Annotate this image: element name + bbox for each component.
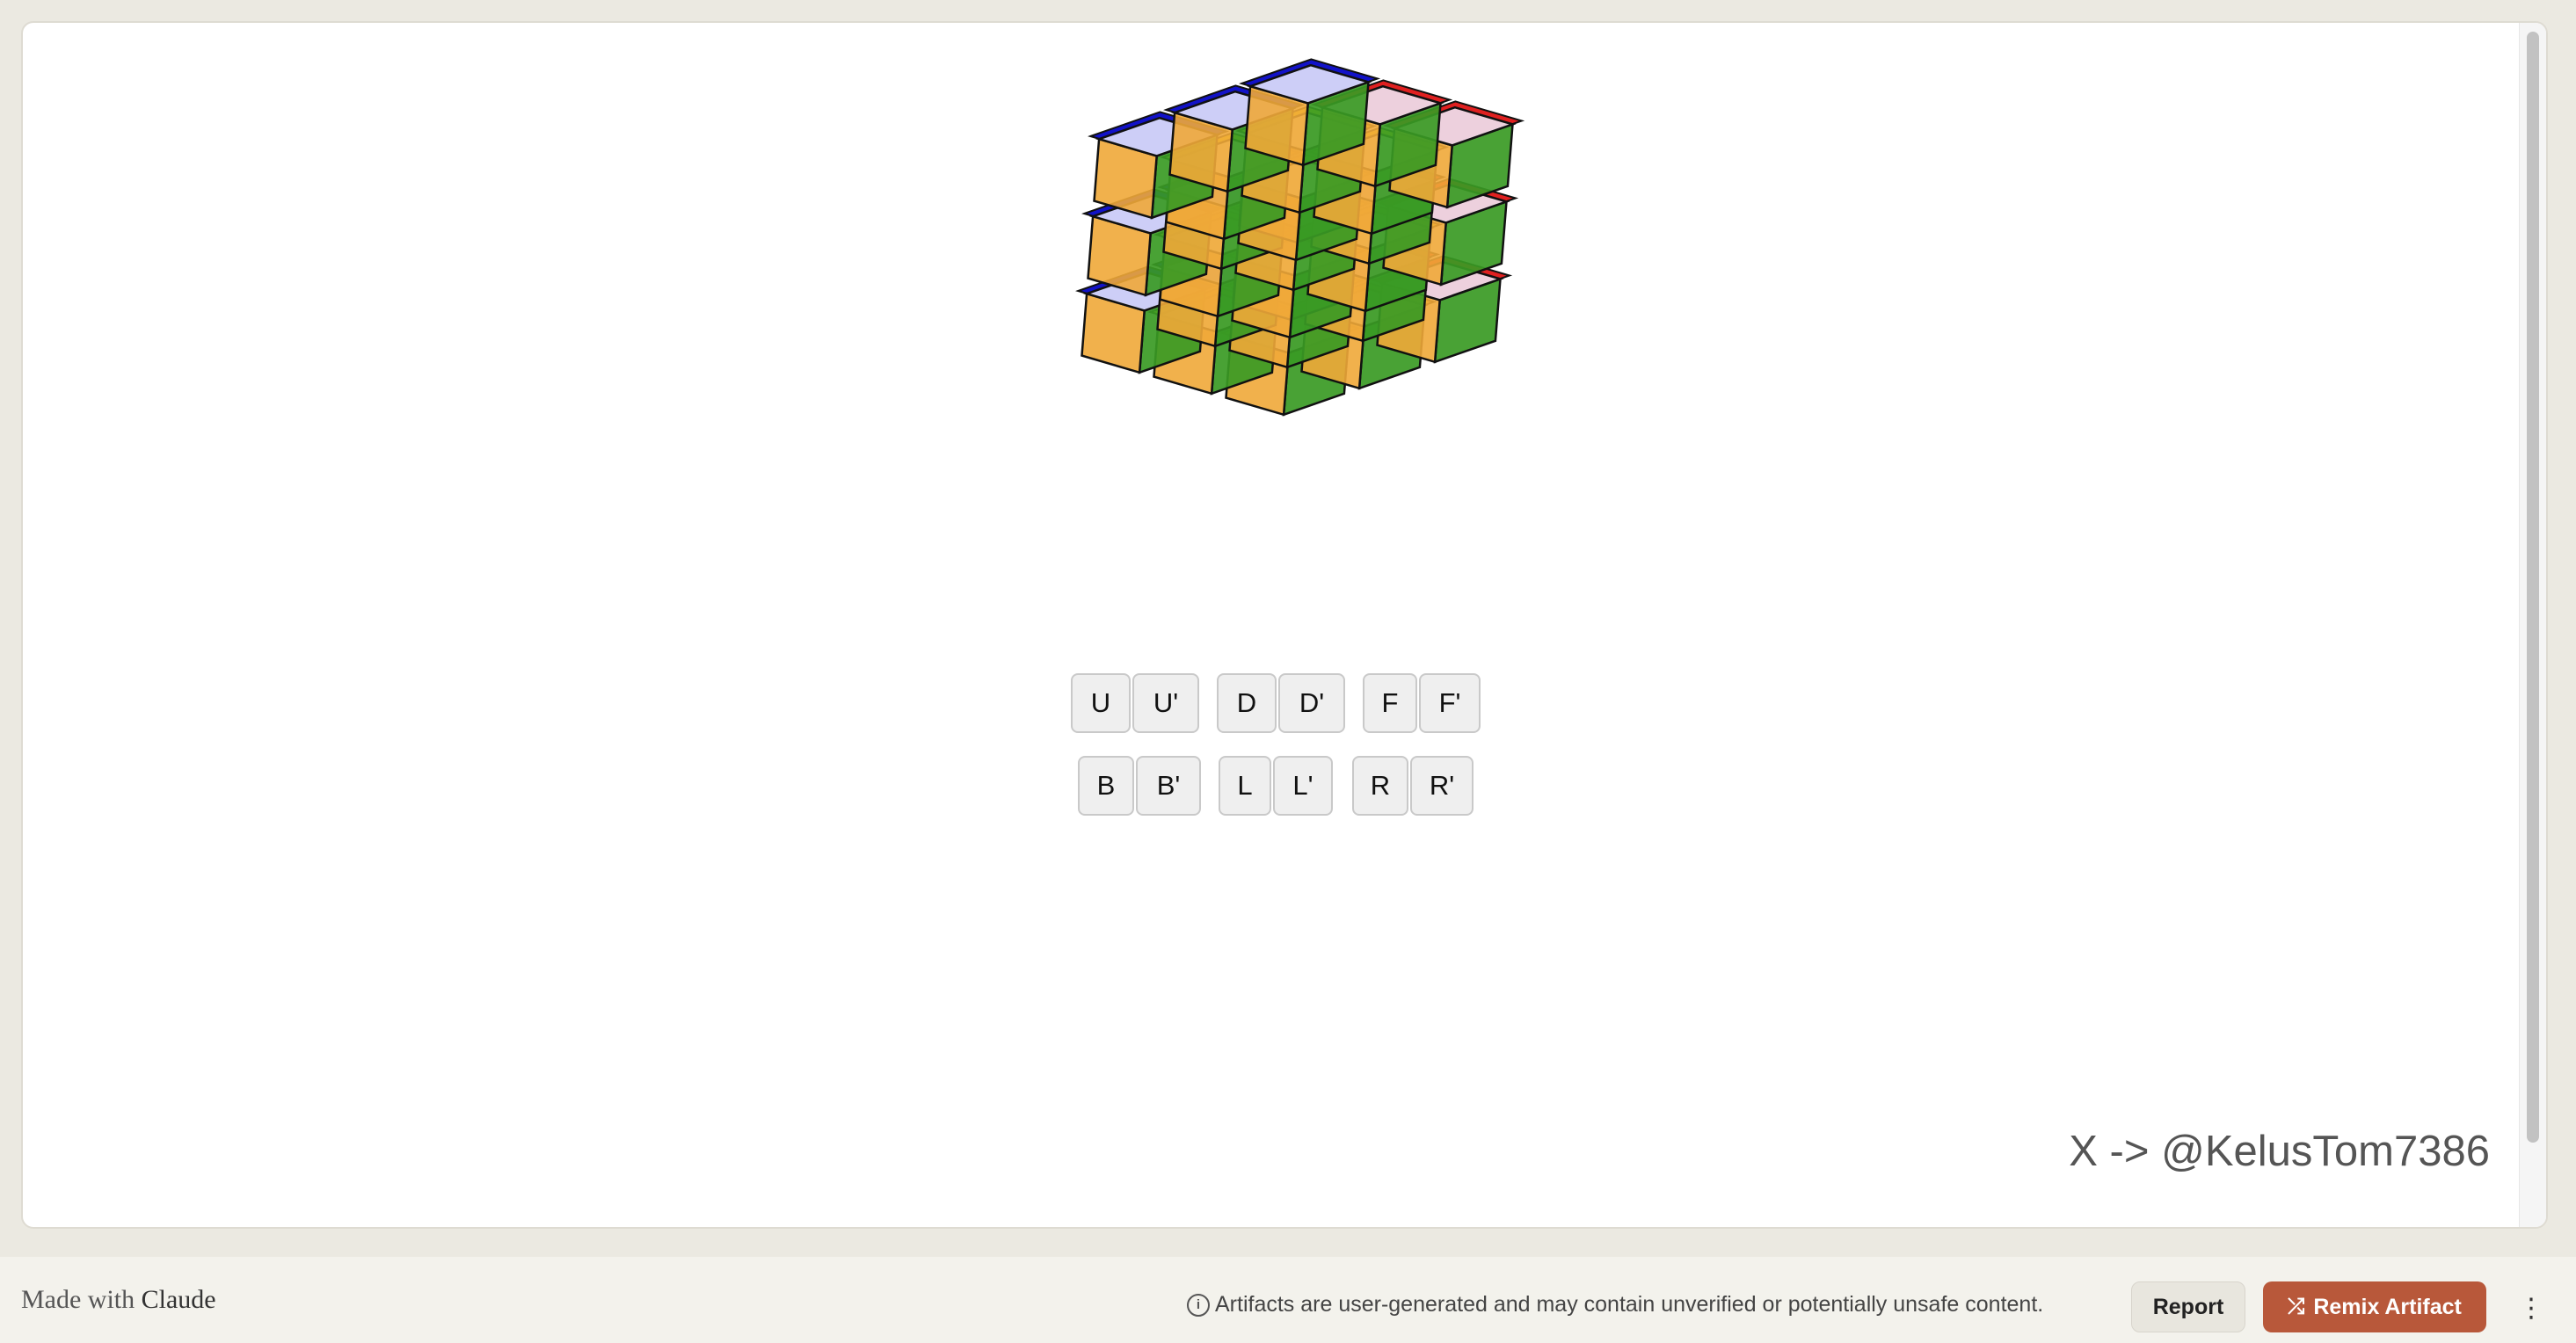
move-button-d[interactable]: D <box>1217 673 1277 733</box>
scrollbar[interactable] <box>2519 23 2546 1227</box>
safety-notice: i Artifacts are user-generated and may c… <box>1187 1292 2043 1318</box>
safety-notice-text: Artifacts are user-generated and may con… <box>1215 1292 2044 1317</box>
artifact-frame: U U' D D' F F' B B' L L' R R' X -> @Kelu… <box>21 21 2548 1229</box>
scrollbar-thumb[interactable] <box>2527 32 2539 1143</box>
shuffle-icon: ⤮ <box>2288 1295 2305 1318</box>
claude-brand: Claude <box>141 1285 216 1314</box>
move-controls-row-1: U U' D D' F F' <box>1071 673 1481 733</box>
move-button-l[interactable]: L <box>1219 756 1271 816</box>
move-button-f-prime[interactable]: F' <box>1419 673 1481 733</box>
made-with-claude[interactable]: Made with Claude <box>21 1285 216 1315</box>
move-button-u-prime[interactable]: U' <box>1132 673 1199 733</box>
info-icon: i <box>1187 1293 1210 1317</box>
move-button-b[interactable]: B <box>1078 756 1134 816</box>
move-button-r[interactable]: R <box>1352 756 1408 816</box>
move-controls-row-2: B B' L L' R R' <box>1078 756 1474 816</box>
move-button-r-prime[interactable]: R' <box>1410 756 1474 816</box>
move-button-l-prime[interactable]: L' <box>1273 756 1333 816</box>
remix-artifact-label: Remix Artifact <box>2313 1294 2462 1319</box>
move-button-f[interactable]: F <box>1363 673 1417 733</box>
move-button-b-prime[interactable]: B' <box>1136 756 1201 816</box>
move-button-d-prime[interactable]: D' <box>1278 673 1345 733</box>
more-options-button[interactable]: ⋮ <box>2513 1283 2548 1332</box>
footer-bar: Made with Claude i Artifacts are user-ge… <box>0 1257 2576 1343</box>
rubiks-cube[interactable] <box>23 23 2548 1229</box>
made-with-label: Made with <box>21 1285 135 1314</box>
author-credit: X -> @KelusTom7386 <box>2069 1128 2490 1175</box>
move-button-u[interactable]: U <box>1071 673 1131 733</box>
report-button[interactable]: Report <box>2131 1281 2245 1332</box>
remix-artifact-button[interactable]: ⤮ Remix Artifact <box>2263 1281 2486 1332</box>
